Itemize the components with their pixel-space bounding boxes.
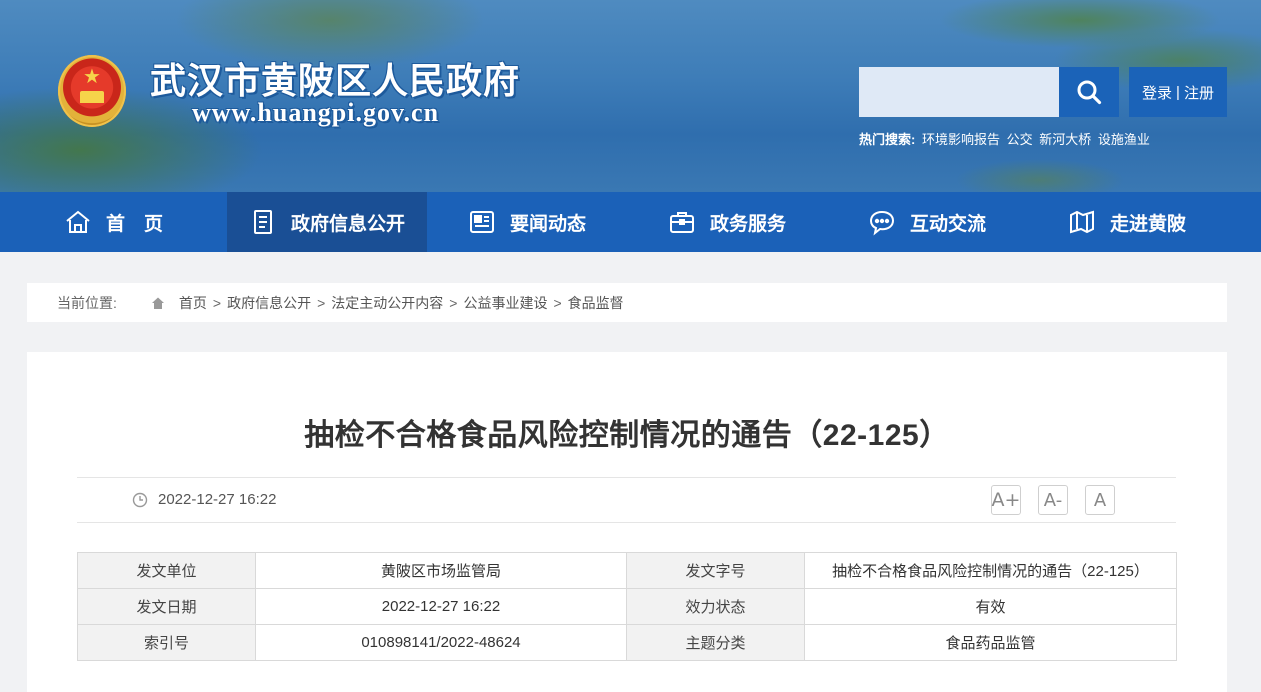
document-list-icon xyxy=(249,208,277,236)
search-input[interactable] xyxy=(859,67,1059,117)
nav-item-label: 走进黄陂 xyxy=(1109,213,1186,235)
briefcase-icon xyxy=(668,208,696,236)
hot-search: 热门搜索: 环境影响报告 公交 新河大桥 设施渔业 xyxy=(859,129,1150,148)
nav-item-interaction[interactable]: 互动交流 xyxy=(827,192,1027,252)
font-increase-button[interactable]: A+ xyxy=(991,485,1021,515)
info-key: 效力状态 xyxy=(626,588,805,625)
main-nav: 首 页 政府信息公开 要闻动态 政务服务 互动交流 走进黄陂 xyxy=(0,192,1261,252)
info-key: 发文日期 xyxy=(77,588,256,625)
font-reset-button[interactable]: A xyxy=(1085,485,1115,515)
info-value: 食品药品监管 xyxy=(804,624,1177,661)
info-key: 索引号 xyxy=(77,624,256,661)
news-icon xyxy=(468,208,496,236)
hot-search-item[interactable]: 新河大桥 xyxy=(1039,132,1091,147)
nav-item-label: 政务服务 xyxy=(709,213,786,235)
breadcrumb-separator: > xyxy=(449,294,458,311)
table-row: 发文单位 黄陂区市场监管局 发文字号 抽检不合格食品风险控制情况的通告（22-1… xyxy=(77,552,1177,589)
publish-date: 2022-12-27 16:22 xyxy=(158,491,277,508)
nav-item-label: 要闻动态 xyxy=(509,213,586,235)
info-value: 抽检不合格食品风险控制情况的通告（22-125） xyxy=(804,552,1177,589)
chat-bubble-icon xyxy=(868,208,896,236)
info-value: 有效 xyxy=(804,588,1177,625)
login-link[interactable]: 登录 xyxy=(1142,82,1172,103)
article-panel: 抽检不合格食品风险控制情况的通告（22-125） 2022-12-27 16:2… xyxy=(27,352,1227,692)
article-meta-bar: 2022-12-27 16:22 A+ A- A xyxy=(77,477,1176,523)
info-value: 2022-12-27 16:22 xyxy=(255,588,627,625)
breadcrumb-link[interactable]: 首页 xyxy=(179,293,207,313)
document-info-table: 发文单位 黄陂区市场监管局 发文字号 抽检不合格食品风险控制情况的通告（22-1… xyxy=(77,552,1177,661)
site-title[interactable]: 武汉市黄陂区人民政府 xyxy=(150,52,520,104)
breadcrumb-label: 当前位置: xyxy=(57,294,117,311)
nav-item-news[interactable]: 要闻动态 xyxy=(427,192,627,252)
map-icon xyxy=(1068,208,1096,236)
info-value: 010898141/2022-48624 xyxy=(255,624,627,661)
font-decrease-button[interactable]: A- xyxy=(1038,485,1068,515)
search-button[interactable] xyxy=(1059,67,1119,117)
font-increase-label: A+ xyxy=(991,489,1021,511)
article-title: 抽检不合格食品风险控制情况的通告（22-125） xyxy=(304,419,950,452)
breadcrumb: 当前位置: 首页 > 政府信息公开 > 法定主动公开内容 > 公益事业建设 > … xyxy=(27,283,1227,322)
hot-search-item[interactable]: 设施渔业 xyxy=(1098,132,1150,147)
hot-search-item[interactable]: 环境影响报告 xyxy=(922,132,1000,147)
header-banner: ★ 武汉市黄陂区人民政府 www.huangpi.gov.cn 登录 | 注册 … xyxy=(0,0,1261,192)
info-key: 发文单位 xyxy=(77,552,256,589)
breadcrumb-separator: > xyxy=(317,294,326,311)
breadcrumb-link[interactable]: 公益事业建设 xyxy=(463,293,547,313)
search-icon xyxy=(1077,80,1102,105)
info-key: 主题分类 xyxy=(626,624,805,661)
breadcrumb-separator: > xyxy=(212,294,222,311)
nav-item-label: 政府信息公开 xyxy=(290,213,405,235)
nav-item-about[interactable]: 走进黄陂 xyxy=(1027,192,1227,252)
national-emblem-logo: ★ xyxy=(58,55,126,127)
nav-item-gov-info[interactable]: 政府信息公开 xyxy=(227,192,427,252)
font-decrease-label: A- xyxy=(1043,489,1063,511)
clock-icon xyxy=(132,492,148,508)
home-icon xyxy=(151,296,165,310)
breadcrumb-link[interactable]: 法定主动公开内容 xyxy=(331,293,443,313)
info-key: 发文字号 xyxy=(626,552,805,589)
nav-item-services[interactable]: 政务服务 xyxy=(627,192,827,252)
info-value: 黄陂区市场监管局 xyxy=(255,552,627,589)
table-row: 索引号 010898141/2022-48624 主题分类 食品药品监管 xyxy=(77,624,1177,661)
breadcrumb-link[interactable]: 政府信息公开 xyxy=(227,293,311,313)
breadcrumb-link[interactable]: 食品监督 xyxy=(568,293,624,313)
hot-search-item[interactable]: 公交 xyxy=(1007,132,1033,147)
nav-item-home[interactable]: 首 页 xyxy=(0,192,227,252)
register-link[interactable]: 注册 xyxy=(1184,82,1214,103)
login-divider: | xyxy=(1176,83,1180,101)
login-register: 登录 | 注册 xyxy=(1129,67,1227,117)
nav-item-label: 互动交流 xyxy=(909,213,986,235)
hot-search-label: 热门搜索: xyxy=(859,132,916,147)
table-row: 发文日期 2022-12-27 16:22 效力状态 有效 xyxy=(77,588,1177,625)
font-reset-label: A xyxy=(1093,489,1107,511)
home-icon xyxy=(64,208,92,236)
nav-item-label: 首 页 xyxy=(105,213,163,235)
site-domain: www.huangpi.gov.cn xyxy=(192,98,440,127)
breadcrumb-separator: > xyxy=(553,294,562,311)
